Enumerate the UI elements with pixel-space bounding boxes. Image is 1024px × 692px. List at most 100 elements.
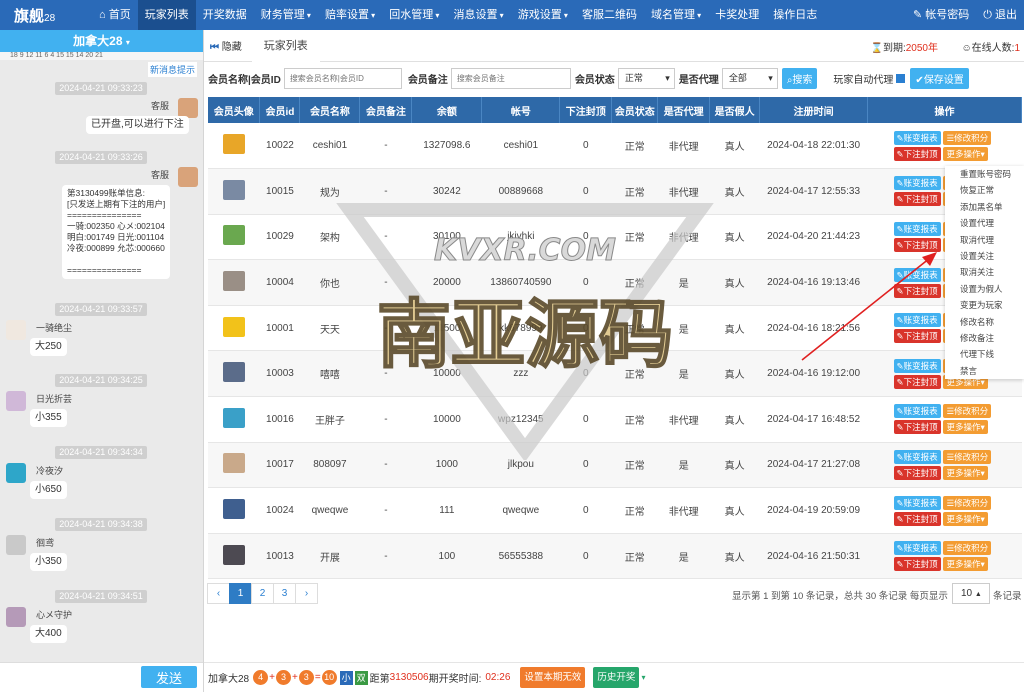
member-search-input[interactable] [283, 67, 402, 89]
balance-report-button[interactable]: ✎账变报表 [893, 495, 941, 510]
logout-link[interactable]: ⏻ 退出 [976, 0, 1024, 30]
balance-report-button[interactable]: ✎账变报表 [893, 404, 941, 419]
chat-bubble[interactable]: 小650 [30, 481, 67, 499]
nav-item-5[interactable]: 回水管理 ▾ [382, 0, 446, 30]
avatar[interactable] [222, 225, 245, 246]
dropdown-item[interactable]: 设置为假人 [945, 281, 1024, 297]
edit-points-button[interactable]: ☰修改积分 [943, 449, 992, 464]
chevron-down-icon[interactable]: ▾ [641, 673, 645, 682]
table-row[interactable]: 10017 808097-1000 jlkpou 0 正常是真人 2024-04-17 2… [208, 442, 1022, 489]
column-header[interactable]: 是否代理 [657, 97, 711, 123]
column-header[interactable]: 下注封顶 [559, 97, 613, 123]
chat-bubble[interactable]: 小355 [30, 409, 67, 427]
page-button[interactable]: 3 [273, 583, 296, 604]
dropdown-item[interactable]: 取消关注 [945, 264, 1024, 280]
dropdown-item[interactable]: 修改名称 [945, 314, 1024, 330]
column-header[interactable]: 会员备注 [359, 97, 413, 123]
send-button[interactable]: 发送 [141, 666, 197, 688]
column-header[interactable]: 会员id [259, 97, 301, 123]
chat-game-selector[interactable]: 加拿大28 ▾ [0, 30, 203, 52]
table-row[interactable]: 10015 规为 -30242 00889668 0 正常 非代理 真人 2024-04-17 … [208, 168, 1022, 215]
bet-cap-button[interactable]: ✎下注封顶 [893, 146, 941, 161]
dropdown-item[interactable]: 修改备注 [945, 330, 1024, 346]
chat-avatar[interactable] [6, 320, 26, 340]
page-size-select[interactable]: 10 ▲ [952, 583, 990, 604]
dropdown-item[interactable]: 恢复正常 [945, 182, 1024, 198]
chat-bubble[interactable]: 第3130499账单信息: [只发送上期有下注的用户] ============… [62, 185, 171, 279]
dropdown-item[interactable]: 设置代理 [945, 215, 1024, 231]
avatar[interactable] [222, 453, 245, 474]
avatar[interactable] [222, 179, 245, 200]
dropdown-item[interactable]: 禁言 [945, 363, 1024, 379]
balance-report-button[interactable]: ✎账变报表 [893, 130, 941, 145]
nav-item-8[interactable]: 客服二维码 [575, 0, 644, 30]
bet-cap-button[interactable]: ✎下注封顶 [893, 557, 941, 572]
dropdown-item[interactable]: 取消代理 [945, 232, 1024, 248]
nav-item-3[interactable]: 财务管理 ▾ [254, 0, 318, 30]
nav-item-9[interactable]: 域名管理 ▾ [644, 0, 708, 30]
column-header[interactable]: 会员状态 [611, 97, 659, 123]
hide-sidebar-button[interactable]: ⏮ 隐藏 [204, 38, 242, 53]
bet-cap-button[interactable]: ✎下注封顶 [893, 420, 941, 435]
avatar[interactable] [222, 271, 245, 292]
dropdown-item[interactable]: 添加黑名单 [945, 199, 1024, 215]
balance-report-button[interactable]: ✎账变报表 [893, 221, 941, 236]
chat-avatar[interactable] [178, 98, 198, 118]
table-row[interactable]: 10022 ceshi01-1327098.6 ceshi01 0 正常 非代理 真人 202… [208, 123, 1022, 170]
chat-avatar[interactable] [178, 167, 198, 187]
page-button[interactable]: 2 [251, 583, 274, 604]
column-header[interactable]: 余额 [411, 97, 483, 123]
tab-player-list[interactable]: 玩家列表 [251, 29, 320, 62]
chat-avatar[interactable] [6, 607, 26, 627]
bet-cap-button[interactable]: ✎下注封顶 [893, 511, 941, 526]
status-select[interactable]: 正常 [617, 67, 675, 89]
column-header[interactable]: 注册时间 [759, 97, 869, 123]
dropdown-item[interactable]: 代理下线 [945, 346, 1024, 362]
history-draw-button[interactable]: 历史开奖 [593, 667, 640, 688]
column-header[interactable]: 会员名称 [299, 97, 361, 123]
column-header[interactable]: 是否假人 [709, 97, 761, 123]
page-button[interactable]: › [295, 583, 318, 604]
avatar[interactable] [222, 407, 245, 428]
nav-item-2[interactable]: 开奖数据 [196, 0, 254, 30]
nav-item-0[interactable]: ⌂ 首页 [92, 0, 138, 30]
save-settings-button[interactable]: ✔保存设置 [910, 67, 969, 89]
nav-item-7[interactable]: 游戏设置 ▾ [511, 0, 575, 30]
chat-avatar[interactable] [6, 463, 26, 483]
avatar[interactable] [222, 544, 245, 565]
column-header[interactable]: 帐号 [481, 97, 561, 123]
chat-bubble[interactable]: 大400 [30, 625, 67, 643]
chat-avatar[interactable] [6, 391, 26, 411]
account-password-link[interactable]: ✎ 帐号密码 [906, 0, 976, 30]
table-row[interactable]: 10016 王胖子 -10000 wpz12345 0 正常 非代理 真人 2024-04-17… [208, 396, 1022, 443]
brand-logo[interactable]: 旗舰28 [0, 5, 92, 26]
avatar[interactable] [222, 134, 245, 155]
remark-search-input[interactable] [450, 67, 571, 89]
auto-agent-checkbox[interactable] [896, 73, 906, 83]
more-ops-button[interactable]: 更多操作▾ [943, 557, 988, 572]
page-button[interactable]: 1 [229, 583, 252, 604]
bet-cap-button[interactable]: ✎下注封顶 [893, 374, 941, 389]
dropdown-item[interactable]: 设置关注 [945, 248, 1024, 264]
search-button[interactable]: ⌕搜索 [781, 67, 818, 89]
set-period-invalid-button[interactable]: 设置本期无效 [520, 667, 586, 688]
column-header[interactable]: 操作 [867, 97, 1022, 123]
table-row[interactable]: 10013 开展 -100 56555388 0 正常是真人 2024-04-16 21:5… [208, 533, 1022, 580]
chat-avatar[interactable] [6, 535, 26, 555]
edit-points-button[interactable]: ☰修改积分 [943, 495, 992, 510]
chat-message-input[interactable] [2, 667, 136, 689]
page-button[interactable]: ‹ [207, 583, 230, 604]
avatar[interactable] [222, 316, 245, 337]
balance-report-button[interactable]: ✎账变报表 [893, 176, 941, 191]
more-ops-button[interactable]: 更多操作▾ [943, 465, 988, 480]
nav-item-11[interactable]: 操作日志 [766, 0, 824, 30]
avatar[interactable] [222, 499, 245, 520]
balance-report-button[interactable]: ✎账变报表 [893, 449, 941, 464]
more-ops-button[interactable]: 更多操作▾ [943, 146, 988, 161]
chat-bubble[interactable]: 小350 [30, 553, 67, 571]
more-ops-button[interactable]: 更多操作▾ [943, 420, 988, 435]
nav-item-4[interactable]: 赔率设置 ▾ [318, 0, 382, 30]
nav-item-1[interactable]: 玩家列表 [137, 0, 196, 30]
table-row[interactable]: 10024 qweqwe -111 qweqwe 0 正常 非代理 真人 2024-04-19 … [208, 487, 1022, 534]
dropdown-item[interactable]: 重置账号密码 [945, 166, 1024, 182]
